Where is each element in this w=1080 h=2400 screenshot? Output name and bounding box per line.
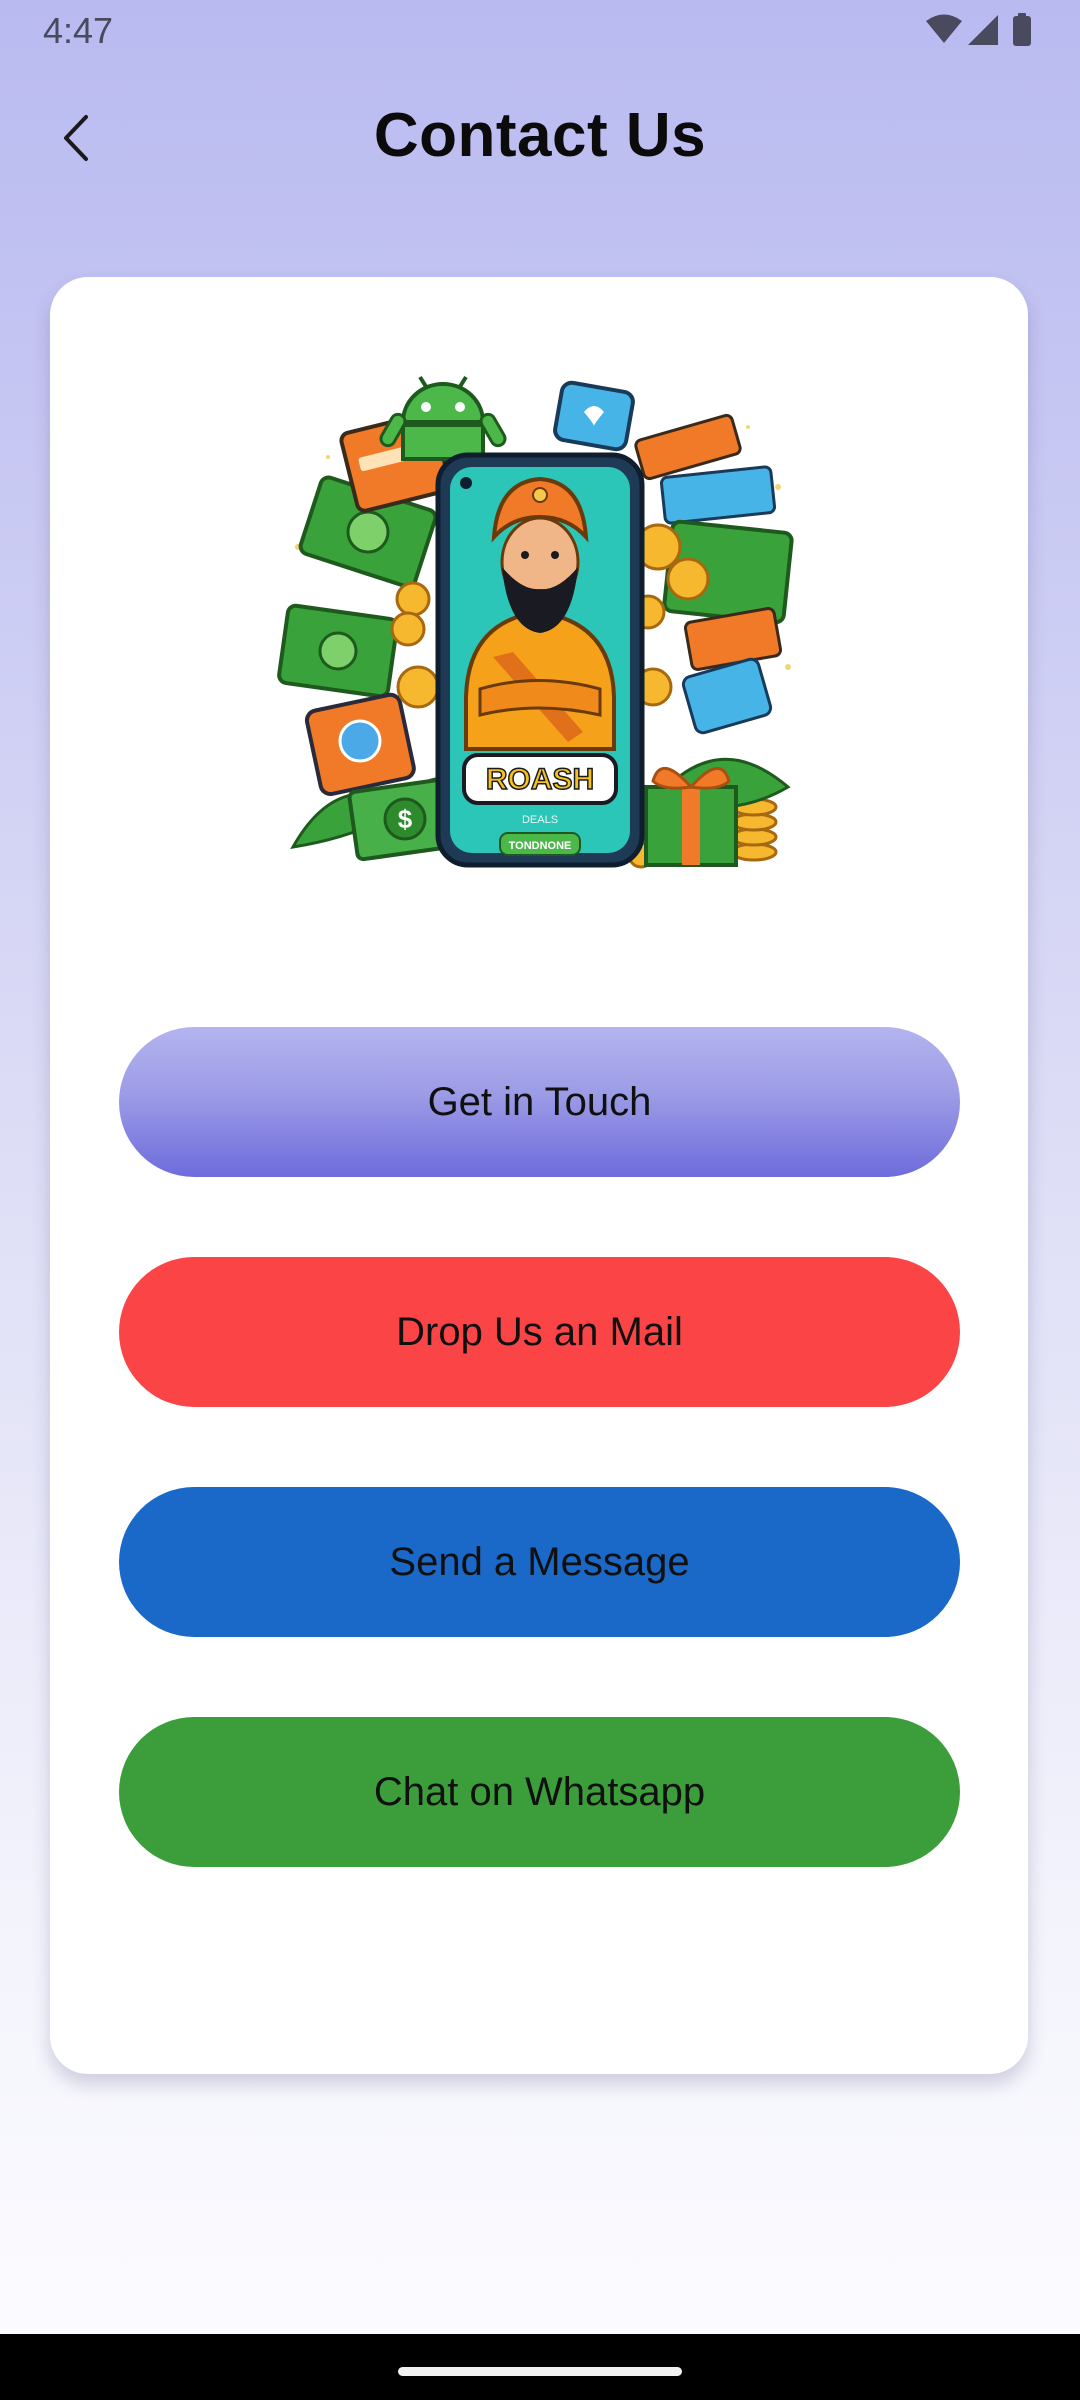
cashback-label-icon (681, 607, 783, 735)
app-header: Contact Us (0, 80, 1080, 200)
status-bar: 4:47 (0, 0, 1080, 60)
contact-card: $ ROASH DEALS TONDNONE Get in Touch Drop… (50, 277, 1028, 2074)
get-in-touch-button[interactable]: Get in Touch (119, 1027, 960, 1177)
battery-icon (1013, 13, 1031, 46)
brand-button-text: TONDNONE (509, 840, 572, 852)
send-message-button[interactable]: Send a Message (119, 1487, 960, 1637)
home-indicator[interactable] (398, 2367, 682, 2376)
brand-subtext: DEALS (522, 814, 558, 826)
coins-left-icon (390, 581, 440, 709)
coupon-card-icon (304, 692, 416, 796)
drop-mail-button[interactable]: Drop Us an Mail (119, 1257, 960, 1407)
navigation-bar (0, 2334, 1080, 2400)
svg-text:$: $ (398, 804, 413, 834)
status-time: 4:47 (43, 10, 114, 51)
page-title: Contact Us (373, 101, 707, 170)
hero-illustration: $ ROASH DEALS TONDNONE (277, 375, 794, 869)
whatsapp-chat-button[interactable]: Chat on Whatsapp (119, 1717, 960, 1867)
brand-text: ROASH (486, 763, 594, 796)
status-icons (926, 13, 1031, 46)
signal-icon (968, 15, 998, 45)
wifi-icon (926, 14, 962, 43)
